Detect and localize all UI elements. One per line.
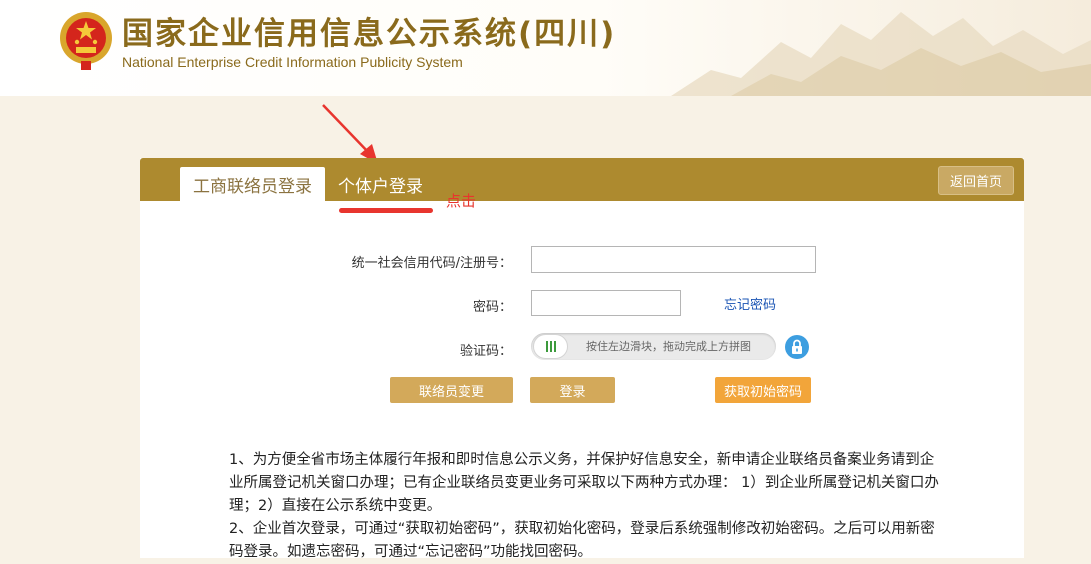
- site-header: 国家企业信用信息公示系统(四川) National Enterprise Cre…: [0, 0, 1091, 96]
- national-emblem-icon: [60, 12, 112, 70]
- forgot-password-link[interactable]: 忘记密码: [724, 294, 776, 313]
- slider-handle[interactable]: [533, 334, 568, 359]
- captcha-slider[interactable]: 按住左边滑块，拖动完成上方拼图: [531, 333, 776, 360]
- red-arrow-icon: [322, 104, 378, 164]
- notice-item-2: 2、企业首次登录，可通过“获取初始密码”，获取初始化密码，登录后系统强制修改初始…: [229, 521, 935, 560]
- tab-individual-login[interactable]: 个体户登录: [338, 167, 423, 201]
- login-button[interactable]: 登录: [530, 377, 615, 403]
- notice-text: 1、为方便全省市场主体履行年报和即时信息公示义务，并保护好信息安全，新申请企业联…: [229, 449, 941, 564]
- click-annotation: 点击: [446, 192, 477, 210]
- red-underline-annotation: [339, 208, 433, 213]
- lock-icon: [785, 335, 809, 359]
- captcha-label: 验证码：: [459, 344, 512, 359]
- credit-code-label: 统一社会信用代码/注册号：: [351, 256, 512, 271]
- credit-code-input[interactable]: [531, 246, 816, 273]
- site-subtitle: National Enterprise Credit Information P…: [122, 54, 463, 70]
- password-input[interactable]: [531, 290, 681, 316]
- tab-liaison-login[interactable]: 工商联络员登录: [180, 167, 325, 201]
- mountain-decoration: [671, 12, 1091, 96]
- get-initial-password-button[interactable]: 获取初始密码: [715, 377, 811, 403]
- password-label: 密码：: [472, 300, 512, 315]
- slider-hint: 按住左边滑块，拖动完成上方拼图: [586, 340, 751, 353]
- liaison-change-button[interactable]: 联络员变更: [390, 377, 513, 403]
- notice-item-1: 1、为方便全省市场主体履行年报和即时信息公示义务，并保护好信息安全，新申请企业联…: [229, 452, 939, 514]
- site-title: 国家企业信用信息公示系统(四川): [122, 16, 617, 52]
- back-home-button[interactable]: 返回首页: [937, 166, 1014, 195]
- tab-bar: 工商联络员登录 个体户登录 返回首页: [140, 158, 1024, 201]
